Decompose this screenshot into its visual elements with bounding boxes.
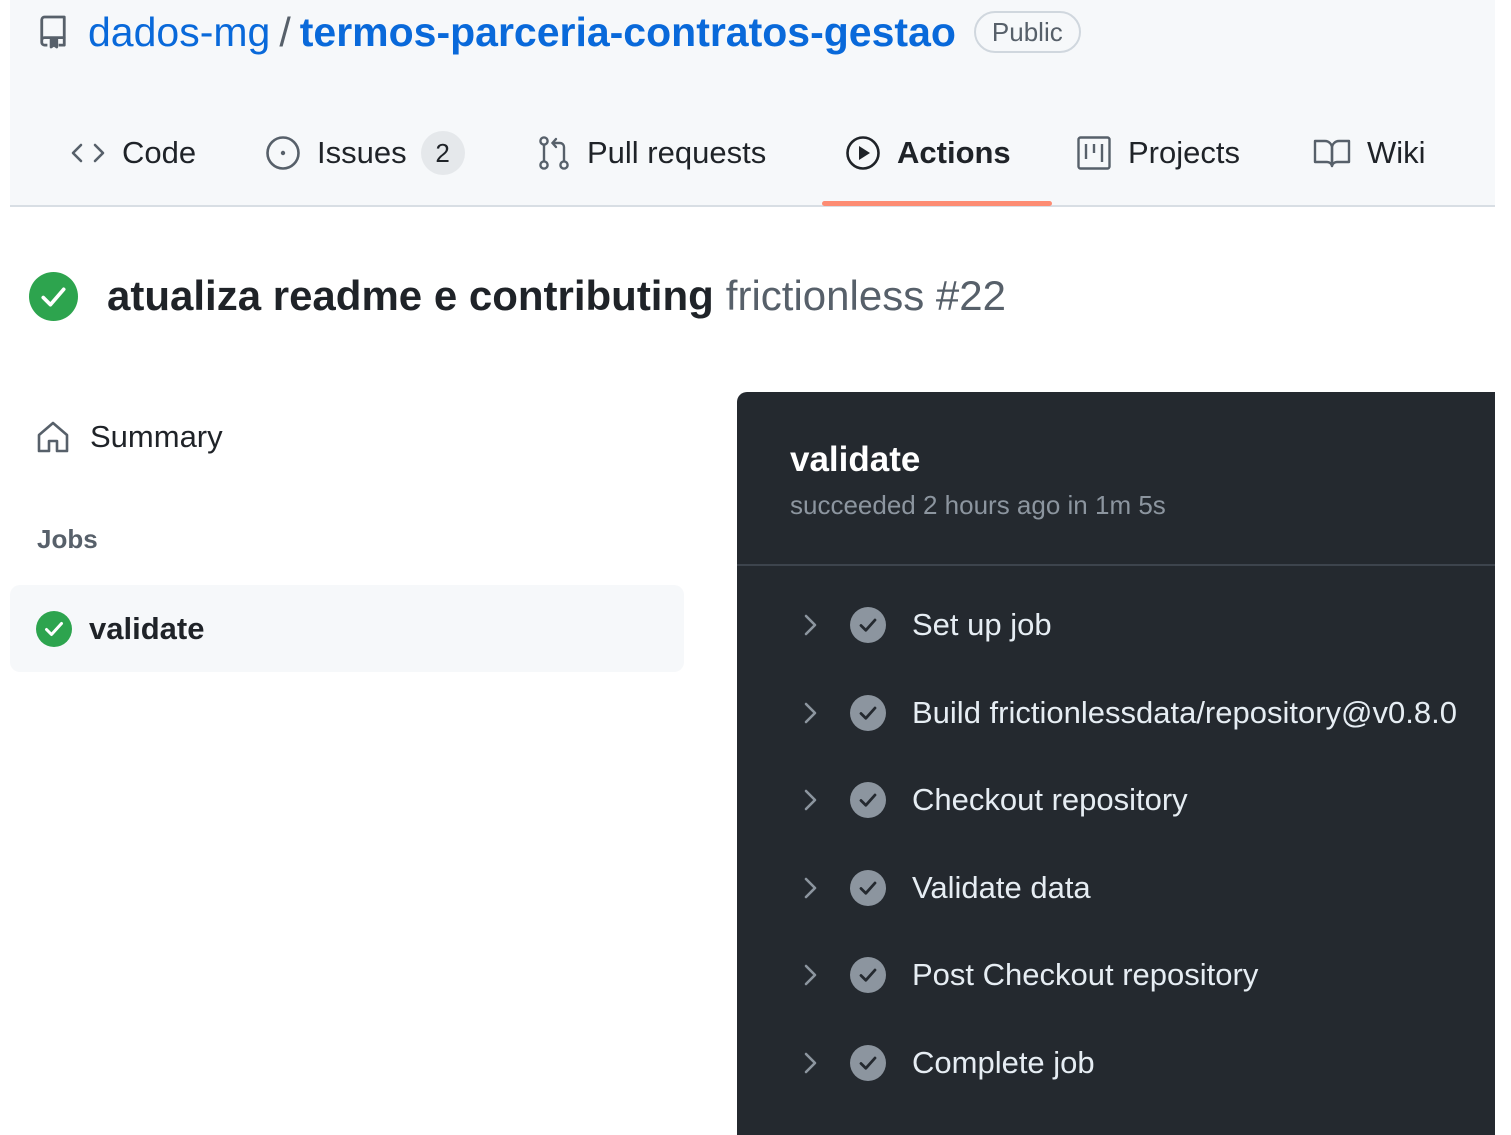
job-log-header: validate succeeded 2 hours ago in 1m 5s	[737, 392, 1495, 566]
success-check-icon	[29, 271, 78, 321]
step-success-icon	[850, 607, 886, 643]
chevron-right-icon	[804, 1052, 817, 1074]
active-tab-underline	[822, 201, 1052, 206]
run-workflow-number: frictionless #22	[725, 272, 1006, 319]
repo-icon	[38, 15, 68, 49]
summary-label: Summary	[90, 419, 223, 454]
issues-count-badge: 2	[420, 131, 465, 175]
step-complete-job[interactable]: Complete job	[737, 1033, 1495, 1093]
tab-code[interactable]: Code	[70, 127, 196, 179]
step-label: Build frictionlessdata/repository@v0.8.0	[912, 695, 1457, 730]
tab-actions[interactable]: Actions	[845, 127, 1011, 179]
step-checkout-repository[interactable]: Checkout repository	[737, 770, 1495, 830]
project-icon	[1077, 136, 1111, 170]
chevron-right-icon	[804, 964, 817, 986]
chevron-right-icon	[804, 877, 817, 899]
job-log-panel: validate succeeded 2 hours ago in 1m 5s …	[737, 392, 1495, 1135]
repo-header: dados-mg / termos-parceria-contratos-ges…	[10, 0, 1495, 207]
step-set-up-job[interactable]: Set up job	[737, 595, 1495, 655]
code-icon	[71, 143, 105, 163]
chevron-right-icon	[804, 789, 817, 811]
summary-link[interactable]: Summary	[36, 412, 223, 462]
repo-title: dados-mg / termos-parceria-contratos-ges…	[38, 8, 1081, 56]
run-name: atualiza readme e contributing	[107, 272, 714, 319]
step-validate-data[interactable]: Validate data	[737, 858, 1495, 918]
success-check-icon	[36, 610, 72, 647]
step-label: Post Checkout repository	[912, 957, 1259, 992]
step-build-repository[interactable]: Build frictionlessdata/repository@v0.8.0	[737, 683, 1495, 743]
step-success-icon	[850, 1045, 886, 1081]
tab-pull-requests-label: Pull requests	[587, 135, 767, 170]
step-success-icon	[850, 870, 886, 906]
repo-name-link[interactable]: termos-parceria-contratos-gestao	[300, 8, 956, 56]
tab-issues[interactable]: Issues 2	[265, 127, 465, 179]
tab-projects[interactable]: Projects	[1076, 127, 1240, 179]
play-icon	[846, 136, 880, 170]
tab-actions-label: Actions	[897, 135, 1011, 170]
git-pull-request-icon	[539, 136, 569, 170]
step-success-icon	[850, 695, 886, 731]
visibility-badge: Public	[973, 11, 1081, 53]
step-post-checkout-repository[interactable]: Post Checkout repository	[737, 945, 1495, 1005]
step-label: Checkout repository	[912, 782, 1188, 817]
tab-code-label: Code	[122, 135, 197, 170]
job-log-status: succeeded 2 hours ago in 1m 5s	[790, 490, 1166, 520]
job-log-title: validate	[790, 440, 921, 479]
repo-owner-link[interactable]: dados-mg	[88, 8, 270, 56]
step-label: Set up job	[912, 607, 1052, 642]
chevron-right-icon	[804, 614, 817, 636]
job-name: validate	[89, 610, 205, 646]
tab-pull-requests[interactable]: Pull requests	[537, 127, 766, 179]
run-title: atualiza readme e contributing frictionl…	[29, 268, 1006, 324]
jobs-heading: Jobs	[37, 524, 98, 554]
step-label: Complete job	[912, 1045, 1095, 1080]
tab-wiki-label: Wiki	[1367, 135, 1426, 170]
tab-projects-label: Projects	[1128, 135, 1240, 170]
chevron-right-icon	[804, 702, 817, 724]
step-success-icon	[850, 782, 886, 818]
tab-wiki[interactable]: Wiki	[1313, 127, 1426, 179]
book-icon	[1313, 139, 1351, 168]
home-icon	[37, 421, 69, 453]
step-success-icon	[850, 957, 886, 993]
sidebar-job-validate[interactable]: validate	[10, 585, 684, 672]
issue-opened-icon	[266, 136, 300, 170]
tab-issues-label: Issues	[317, 135, 407, 170]
repo-path-separator: /	[279, 9, 291, 55]
step-label: Validate data	[912, 870, 1091, 905]
